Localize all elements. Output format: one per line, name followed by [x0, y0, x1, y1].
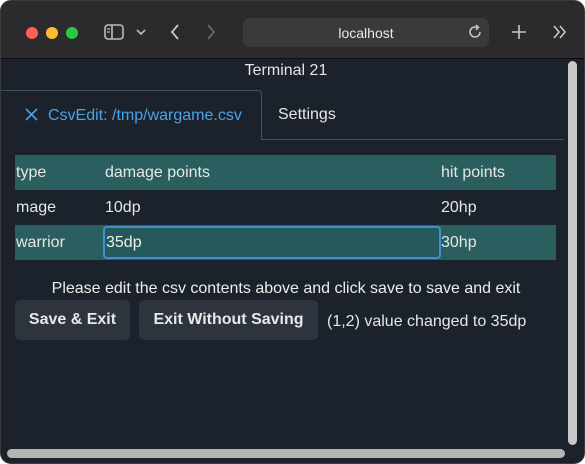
- status-message: (1,2) value changed to 35dp: [327, 313, 527, 330]
- header-cell[interactable]: type: [16, 164, 46, 182]
- table-cell[interactable]: 30hp: [441, 234, 477, 252]
- horizontal-scrollbar[interactable]: [7, 449, 565, 458]
- exit-without-saving-button[interactable]: Exit Without Saving: [139, 300, 318, 340]
- header-cell[interactable]: damage points: [105, 164, 210, 182]
- header-cell[interactable]: hit points: [441, 164, 505, 182]
- browser-window: localhost Terminal 21 CsvEdit: /tmp/warg…: [0, 0, 585, 464]
- zoom-window-button[interactable]: [66, 27, 78, 39]
- tab-csvedit[interactable]: CsvEdit: /tmp/wargame.csv: [1, 90, 262, 140]
- back-icon[interactable]: [167, 22, 183, 42]
- sidebar-toggle-icon[interactable]: [103, 22, 125, 42]
- chevron-down-icon[interactable]: [135, 22, 147, 42]
- new-tab-icon[interactable]: [510, 22, 528, 42]
- reload-icon[interactable]: [467, 24, 483, 45]
- csv-table: type damage points hit points mage 10dp …: [15, 155, 556, 260]
- vertical-scrollbar[interactable]: [568, 61, 577, 445]
- instructions-text: Please edit the csv contents above and c…: [51, 280, 521, 297]
- table-cell[interactable]: 20hp: [441, 199, 477, 217]
- table-cell[interactable]: 10dp: [105, 199, 141, 217]
- table-row: mage 10dp 20hp: [15, 190, 556, 225]
- tab-csvedit-label: CsvEdit: /tmp/wargame.csv: [48, 107, 242, 124]
- page-content: Terminal 21 CsvEdit: /tmp/wargame.csv Se…: [1, 59, 584, 463]
- table-row: warrior 35dp 30hp: [15, 225, 556, 260]
- forward-icon[interactable]: [203, 22, 219, 42]
- browser-toolbar: localhost: [1, 1, 584, 59]
- table-header-row: type damage points hit points: [15, 155, 556, 190]
- close-icon[interactable]: [25, 108, 38, 126]
- cell-edit-input[interactable]: 35dp: [103, 226, 441, 259]
- table-cell[interactable]: warrior: [16, 234, 65, 252]
- overflow-icon[interactable]: [551, 22, 569, 42]
- minimize-window-button[interactable]: [46, 27, 58, 39]
- terminal-title: Terminal 21: [244, 62, 328, 79]
- tab-bar: CsvEdit: /tmp/wargame.csv Settings: [1, 90, 564, 140]
- cell-edit-value: 35dp: [106, 234, 142, 251]
- tab-divider: [261, 139, 564, 140]
- table-cell[interactable]: mage: [16, 199, 56, 217]
- save-exit-button[interactable]: Save & Exit: [15, 300, 130, 340]
- close-window-button[interactable]: [26, 27, 38, 39]
- tab-settings[interactable]: Settings: [278, 106, 336, 124]
- address-bar[interactable]: localhost: [243, 18, 489, 47]
- url-text: localhost: [338, 25, 394, 41]
